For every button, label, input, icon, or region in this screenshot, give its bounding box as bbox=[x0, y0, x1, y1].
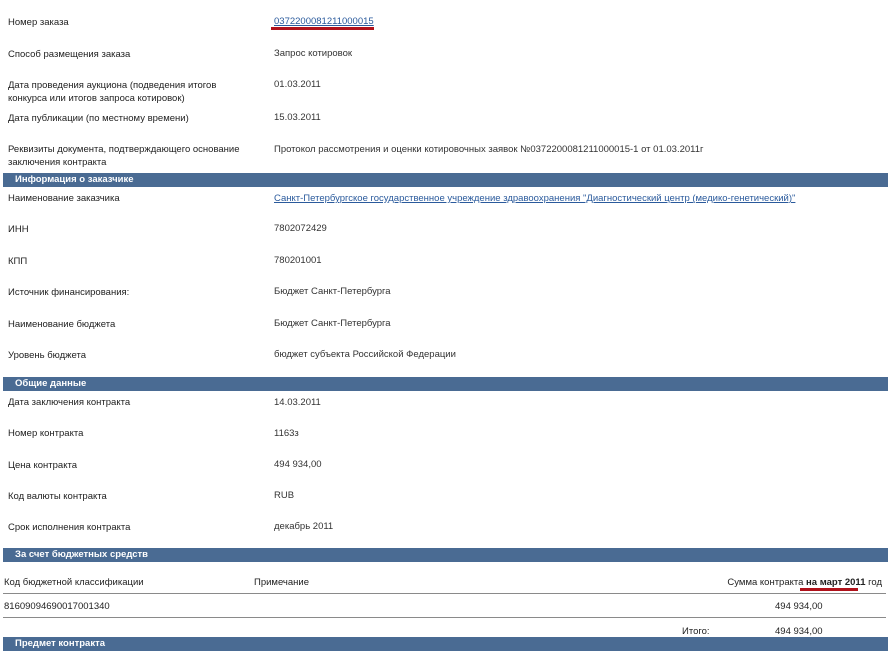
budget-name-label: Наименование бюджета bbox=[8, 319, 116, 330]
finance-source-label: Источник финансирования: bbox=[8, 287, 130, 298]
subject-section-title: Предмет контракта bbox=[15, 638, 106, 649]
column-header-note: Примечание bbox=[254, 577, 309, 588]
budget-level-label: Уровень бюджета bbox=[8, 350, 86, 361]
customer-name-label: Наименование заказчика bbox=[8, 193, 120, 204]
budget-name-value: Бюджет Санкт-Петербурга bbox=[274, 318, 391, 329]
auction-date-value: 01.03.2011 bbox=[274, 79, 321, 90]
contract-number-label: Номер контракта bbox=[8, 428, 84, 439]
method-value: Запрос котировок bbox=[274, 48, 353, 59]
currency-value: RUB bbox=[274, 490, 295, 501]
contract-price-value: 494 934,00 bbox=[274, 459, 322, 470]
contract-number-value: 1163з bbox=[274, 428, 299, 439]
column-header-sum-suffix: год bbox=[865, 577, 882, 588]
publish-date-label: Дата публикации (по местному времени) bbox=[8, 113, 189, 124]
budget-funds-section-header: За счет бюджетных средств bbox=[3, 548, 888, 562]
requisites-value: Протокол рассмотрения и оценки котировоч… bbox=[274, 144, 704, 155]
contract-price-label: Цена контракта bbox=[8, 460, 77, 471]
kpp-label: КПП bbox=[8, 256, 28, 267]
table-divider bbox=[3, 593, 886, 594]
customer-section-title: Информация о заказчике bbox=[15, 174, 134, 185]
budget-funds-section-title: За счет бюджетных средств bbox=[15, 549, 149, 560]
column-header-sum-highlight: на март 2011 bbox=[806, 577, 866, 588]
budget-level-value: бюджет субъекта Российской Федерации bbox=[274, 349, 456, 360]
column-header-sum-prefix: Сумма контракта bbox=[727, 577, 807, 588]
term-label: Срок исполнения контракта bbox=[8, 522, 131, 533]
contract-date-value: 14.03.2011 bbox=[274, 397, 321, 408]
requisites-label: Реквизиты документа, подтверждающего осн… bbox=[8, 144, 240, 168]
general-section-title: Общие данные bbox=[15, 378, 87, 389]
method-label: Способ размещения заказа bbox=[8, 49, 131, 60]
column-header-code: Код бюджетной классификации bbox=[4, 577, 144, 588]
table-divider bbox=[3, 617, 886, 618]
finance-source-value: Бюджет Санкт-Петербурга bbox=[274, 286, 391, 297]
customer-name-link[interactable]: Санкт-Петербургское государственное учре… bbox=[274, 192, 795, 205]
currency-label: Код валюты контракта bbox=[8, 491, 107, 502]
order-number-highlight bbox=[271, 27, 374, 30]
order-number-label: Номер заказа bbox=[8, 17, 69, 28]
kpp-value: 780201001 bbox=[274, 255, 322, 266]
subject-section-header: Предмет контракта bbox=[3, 637, 888, 651]
sum-header-highlight bbox=[800, 588, 858, 591]
table-row-code: 81609094690017001340 bbox=[4, 601, 110, 612]
auction-date-label: Дата проведения аукциона (подведения ито… bbox=[8, 80, 217, 104]
publish-date-value: 15.03.2011 bbox=[274, 112, 321, 123]
customer-section-header: Информация о заказчике bbox=[3, 173, 888, 187]
term-value: декабрь 2011 bbox=[274, 521, 334, 532]
contract-date-label: Дата заключения контракта bbox=[8, 397, 131, 408]
table-row-sum: 494 934,00 bbox=[775, 601, 823, 612]
inn-value: 7802072429 bbox=[274, 223, 327, 234]
inn-label: ИНН bbox=[8, 224, 29, 235]
general-section-header: Общие данные bbox=[3, 377, 888, 391]
